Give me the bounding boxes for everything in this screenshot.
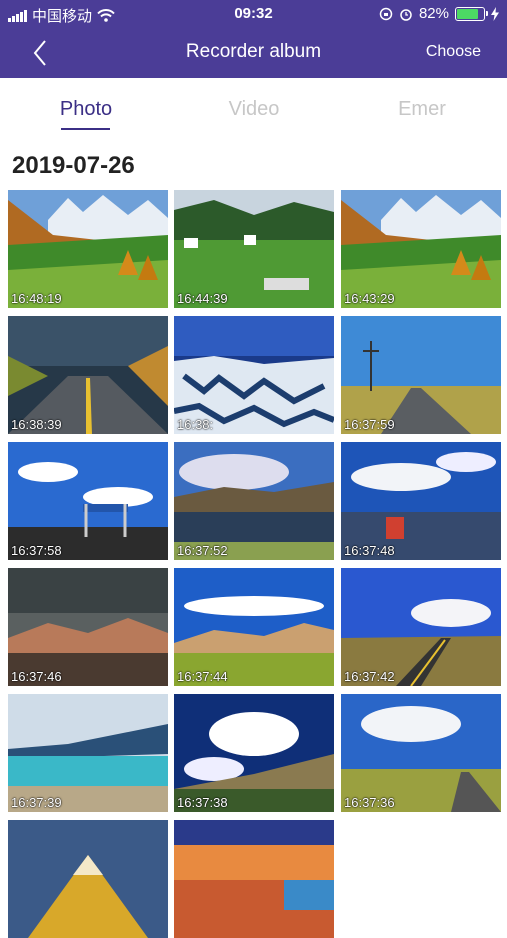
photo-thumbnail[interactable]: 16:37:36 — [341, 694, 501, 812]
photo-timestamp: 16:37:52 — [177, 543, 228, 558]
tab-video[interactable]: Video — [194, 98, 314, 121]
photo-timestamp: 16:37:48 — [344, 543, 395, 558]
photo-timestamp: 16:37:44 — [177, 669, 228, 684]
header-bar: 中国移动 09:32 82% Recorder album Choose — [0, 0, 507, 78]
battery-percent: 82% — [418, 5, 449, 22]
battery-icon — [455, 6, 488, 21]
photo-thumbnail[interactable]: 16:37:58 — [8, 442, 168, 560]
tab-emer[interactable]: Emer — [362, 98, 482, 121]
photo-thumbnail[interactable]: 16:37:46 — [8, 568, 168, 686]
tab-photo[interactable]: Photo — [26, 98, 146, 121]
photo-timestamp: 16:37:39 — [11, 795, 62, 810]
charging-icon — [491, 6, 499, 21]
photo-thumbnail[interactable]: 16:48:19 — [8, 190, 168, 308]
photo-thumbnail[interactable]: 16:37:42 — [341, 568, 501, 686]
photo-thumbnail[interactable]: 16:37:52 — [174, 442, 334, 560]
photo-timestamp: 16:37:42 — [344, 669, 395, 684]
photo-thumbnail[interactable]: 16:37:38 — [174, 694, 334, 812]
alarm-icon — [400, 8, 412, 21]
nav-bar: Recorder album Choose — [0, 28, 507, 78]
photo-timestamp: 16:37:38 — [177, 795, 228, 810]
photo-timestamp: 16:43:29 — [344, 291, 395, 306]
photo-image — [8, 820, 168, 938]
photo-image — [174, 820, 334, 938]
photo-timestamp: 16:38: — [177, 417, 214, 432]
photo-thumbnail[interactable]: 16:37:59 — [341, 316, 501, 434]
photo-thumbnail[interactable] — [174, 820, 334, 938]
photo-timestamp: 16:37:58 — [11, 543, 62, 558]
photo-timestamp: 16:48:19 — [11, 291, 62, 306]
photo-timestamp: 16:37:59 — [344, 417, 395, 432]
photo-timestamp: 16:37:46 — [11, 669, 62, 684]
photo-thumbnail[interactable]: 16:38:39 — [8, 316, 168, 434]
photo-thumbnail[interactable]: 16:37:39 — [8, 694, 168, 812]
section-date: 2019-07-26 — [12, 152, 135, 179]
photo-thumbnail[interactable]: 16:44:39 — [174, 190, 334, 308]
photo-timestamp: 16:37:36 — [344, 795, 395, 810]
active-tab-indicator — [61, 128, 110, 130]
status-bar: 中国移动 09:32 82% — [0, 0, 507, 28]
photo-thumbnail[interactable]: 16:37:44 — [174, 568, 334, 686]
photo-timestamp: 16:44:39 — [177, 291, 228, 306]
choose-button[interactable]: Choose — [426, 43, 481, 61]
photo-thumbnail[interactable]: 16:38: — [174, 316, 334, 434]
rotation-lock-icon — [379, 7, 393, 20]
photo-thumbnail[interactable] — [8, 820, 168, 938]
photo-timestamp: 16:38:39 — [11, 417, 62, 432]
photo-thumbnail[interactable]: 16:37:48 — [341, 442, 501, 560]
photo-thumbnail[interactable]: 16:43:29 — [341, 190, 501, 308]
